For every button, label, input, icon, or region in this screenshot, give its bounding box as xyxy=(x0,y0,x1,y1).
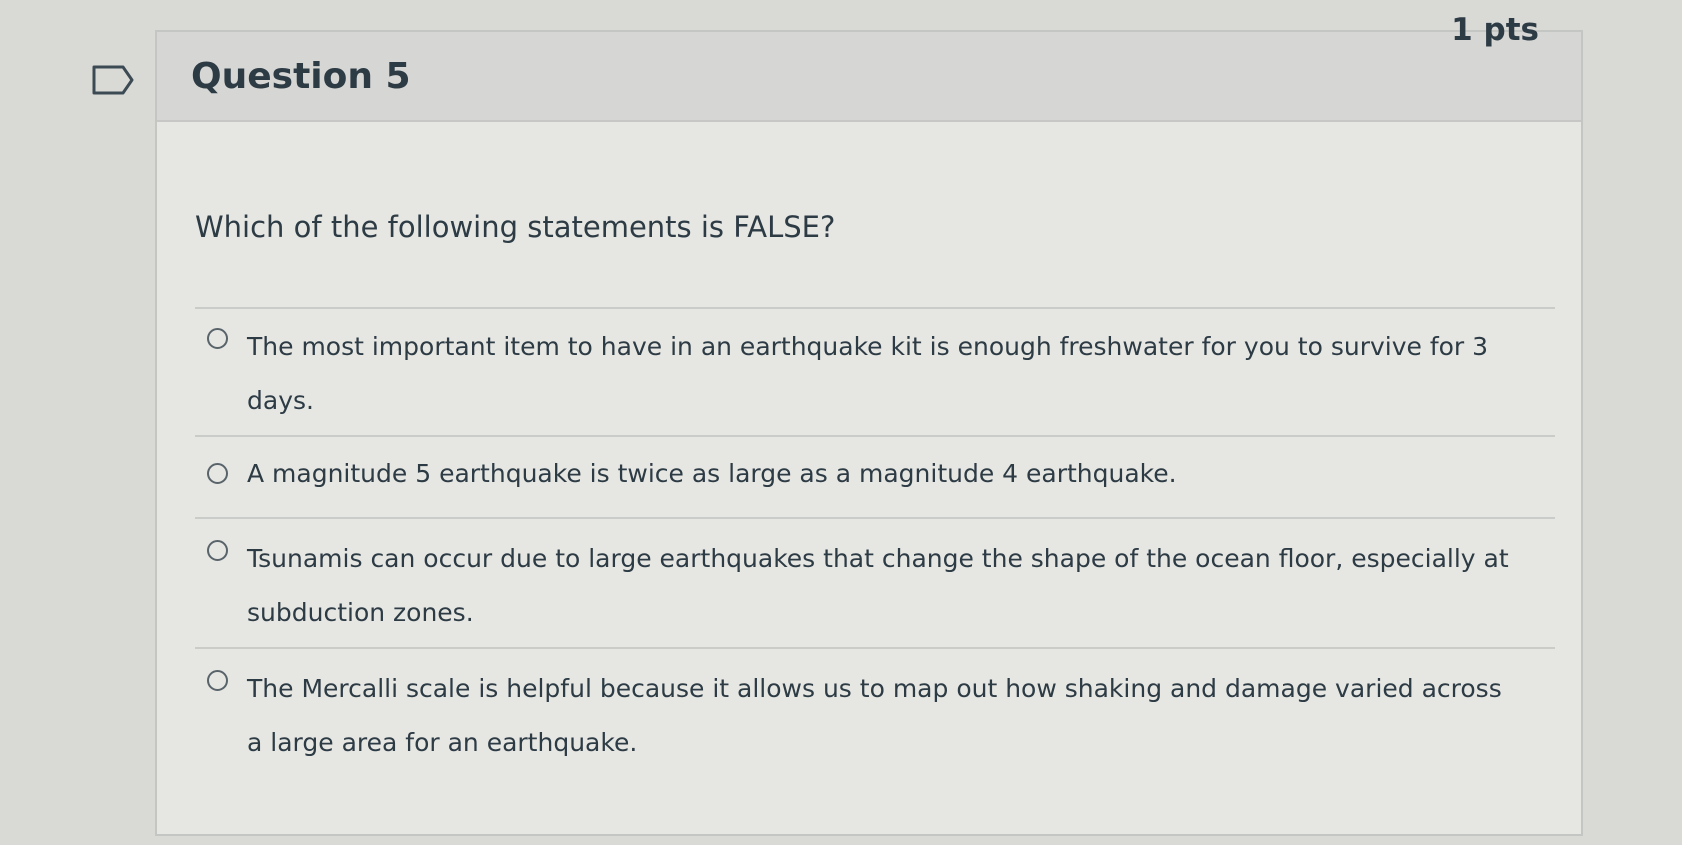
question-body: Which of the following statements is FAL… xyxy=(157,122,1581,838)
question-prompt: Which of the following statements is FAL… xyxy=(195,210,836,244)
flag-icon[interactable] xyxy=(92,65,134,95)
radio-button-icon[interactable] xyxy=(207,540,228,561)
question-header: Question 5 1 pts xyxy=(157,12,1581,122)
answer-option-label: Tsunamis can occur due to large earthqua… xyxy=(247,544,1509,627)
answer-option-4[interactable]: The Mercalli scale is helpful because it… xyxy=(207,662,1517,770)
answer-option-label: The Mercalli scale is helpful because it… xyxy=(247,674,1502,757)
answer-option-label: A magnitude 5 earthquake is twice as lar… xyxy=(247,459,1177,488)
answer-option-2[interactable]: A magnitude 5 earthquake is twice as lar… xyxy=(207,455,1517,493)
question-card: Question 5 1 pts Which of the following … xyxy=(155,12,1583,838)
answer-option-3[interactable]: Tsunamis can occur due to large earthqua… xyxy=(207,532,1517,640)
radio-button-icon[interactable] xyxy=(207,670,228,691)
radio-button-icon[interactable] xyxy=(207,463,228,484)
answer-divider xyxy=(195,435,1555,437)
answer-divider xyxy=(195,647,1555,649)
answer-option-1[interactable]: The most important item to have in an ea… xyxy=(207,320,1517,428)
radio-button-icon[interactable] xyxy=(207,328,228,349)
answer-divider xyxy=(195,517,1555,519)
question-title: Question 5 xyxy=(191,56,411,97)
answer-divider xyxy=(195,307,1555,309)
answer-option-label: The most important item to have in an ea… xyxy=(247,332,1489,415)
question-points: 1 pts xyxy=(1451,12,1539,48)
